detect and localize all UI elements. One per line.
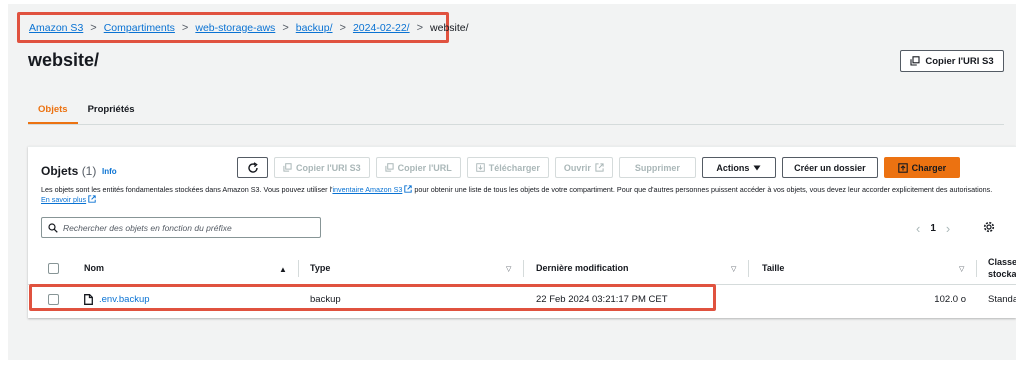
breadcrumb-item-date-folder[interactable]: 2024-02-22/ <box>353 22 410 34</box>
description-text-start: Les objets sont les entités fondamentale… <box>41 185 333 194</box>
caret-down-icon <box>753 165 761 170</box>
column-header-size[interactable]: Taille <box>762 251 784 285</box>
copy-s3-uri-toolbar-button[interactable]: Copier l'URI S3 <box>274 157 370 178</box>
cell-modified: 22 Feb 2024 03:21:17 PM CET <box>536 293 668 305</box>
select-all-checkbox-cell <box>48 251 59 285</box>
breadcrumb-item-amazon-s3[interactable]: Amazon S3 <box>29 22 83 34</box>
create-folder-label: Créer un dossier <box>794 162 866 173</box>
objects-title: Objets <box>41 164 79 178</box>
tab-objets[interactable]: Objets <box>28 96 78 125</box>
copy-icon <box>283 163 292 172</box>
sort-icon[interactable]: ▽ <box>506 265 511 273</box>
column-divider <box>976 260 977 277</box>
column-header-name[interactable]: Nom <box>84 251 104 285</box>
column-divider <box>748 260 749 277</box>
table-row[interactable]: .env.backup backup 22 Feb 2024 03:21:17 … <box>28 286 1016 312</box>
breadcrumb-separator-icon: > <box>282 21 289 34</box>
file-icon <box>84 293 93 305</box>
copy-s3-uri-label: Copier l'URI S3 <box>925 55 994 67</box>
download-button[interactable]: Télécharger <box>466 157 549 178</box>
tab-bar: Objets Propriétés <box>28 96 145 126</box>
storage-header-line2: stocka <box>988 269 1016 279</box>
breadcrumb: Amazon S3 > Compartiments > web-storage-… <box>17 12 469 43</box>
copy-icon <box>385 163 394 172</box>
objects-description: Les objets sont les entités fondamentale… <box>41 185 1001 205</box>
row-checkbox[interactable] <box>48 293 59 305</box>
gear-icon[interactable] <box>983 221 995 233</box>
previous-page-icon[interactable]: ‹ <box>916 221 920 236</box>
pagination: ‹ 1 › <box>916 221 950 236</box>
breadcrumb-separator-icon: > <box>181 21 189 34</box>
download-icon <box>476 163 485 172</box>
breadcrumb-item-compartiments[interactable]: Compartiments <box>104 22 175 34</box>
learn-more-link[interactable]: En savoir plus <box>41 195 86 204</box>
storage-header-line1: Classe <box>988 257 1016 267</box>
tab-proprietes[interactable]: Propriétés <box>78 96 145 122</box>
open-label: Ouvrir <box>563 162 591 173</box>
objects-panel-title: Objets (1) <box>41 164 96 178</box>
copy-s3-uri-toolbar-label: Copier l'URI S3 <box>296 162 361 173</box>
search-icon <box>48 222 58 233</box>
inventory-link[interactable]: inventaire Amazon S3 <box>332 185 402 194</box>
actions-dropdown[interactable]: Actions <box>701 157 776 178</box>
download-label: Télécharger <box>488 162 540 173</box>
refresh-button[interactable] <box>237 157 268 178</box>
copy-icon <box>910 56 920 66</box>
objects-table-header: Nom ▲ Type ▽ Dernière modification ▽ Tai… <box>28 251 1016 285</box>
copy-url-label: Copier l'URL <box>397 162 452 173</box>
s3-console-page: Amazon S3 > Compartiments > web-storage-… <box>8 4 1016 360</box>
objects-count: (1) <box>81 164 97 178</box>
delete-button[interactable]: Supprimer <box>618 157 696 178</box>
upload-icon <box>897 162 908 173</box>
tabs-divider <box>28 124 1004 125</box>
external-link-icon <box>88 195 96 203</box>
copy-url-button[interactable]: Copier l'URL <box>375 157 461 178</box>
breadcrumb-item-bucket[interactable]: web-storage-aws <box>195 22 275 34</box>
sort-ascending-icon[interactable]: ▲ <box>279 265 287 274</box>
actions-label: Actions <box>716 162 750 173</box>
cell-storage-class: Standa <box>988 293 1016 305</box>
upload-label: Charger <box>911 162 947 173</box>
breadcrumb-separator-icon: > <box>339 21 346 34</box>
objects-panel: Objets (1) Info Copier l'URI S3 Copier l… <box>28 146 1016 318</box>
info-link[interactable]: Info <box>102 167 117 176</box>
column-header-modified[interactable]: Dernière modification <box>536 251 629 285</box>
breadcrumb-item-backup[interactable]: backup/ <box>296 22 333 34</box>
column-header-storage-class[interactable]: Classe stocka <box>988 251 1016 285</box>
refresh-icon <box>247 161 258 173</box>
search-input[interactable]: Rechercher des objets en fonction du pré… <box>41 217 321 238</box>
objects-toolbar: Copier l'URI S3 Copier l'URL Télécharger… <box>237 157 960 178</box>
page-number[interactable]: 1 <box>930 223 936 234</box>
create-folder-button[interactable]: Créer un dossier <box>781 157 878 178</box>
cell-size: 102.0 o <box>934 293 966 305</box>
column-divider <box>298 260 299 277</box>
breadcrumb-current: website/ <box>430 21 469 34</box>
breadcrumb-separator-icon: > <box>416 21 424 34</box>
open-button[interactable]: Ouvrir <box>554 157 613 178</box>
search-placeholder: Rechercher des objets en fonction du pré… <box>63 222 232 233</box>
column-header-type[interactable]: Type <box>310 251 330 285</box>
external-link-icon <box>595 163 604 172</box>
cell-name: .env.backup <box>84 286 150 312</box>
copy-s3-uri-button[interactable]: Copier l'URI S3 <box>900 50 1004 72</box>
page-title: website/ <box>28 50 100 70</box>
upload-button[interactable]: Charger <box>883 157 960 178</box>
row-checkbox-cell <box>48 286 59 312</box>
next-page-icon[interactable]: › <box>946 221 950 236</box>
delete-label: Supprimer <box>634 162 680 173</box>
breadcrumb-separator-icon: > <box>90 21 97 34</box>
object-name-link[interactable]: .env.backup <box>99 294 150 305</box>
select-all-checkbox[interactable] <box>48 262 59 274</box>
sort-icon[interactable]: ▽ <box>731 265 736 273</box>
cell-type: backup <box>310 293 341 305</box>
sort-icon[interactable]: ▽ <box>959 265 964 273</box>
description-text-end: pour obtenir une liste de tous les objet… <box>412 185 993 194</box>
column-divider <box>523 260 524 277</box>
